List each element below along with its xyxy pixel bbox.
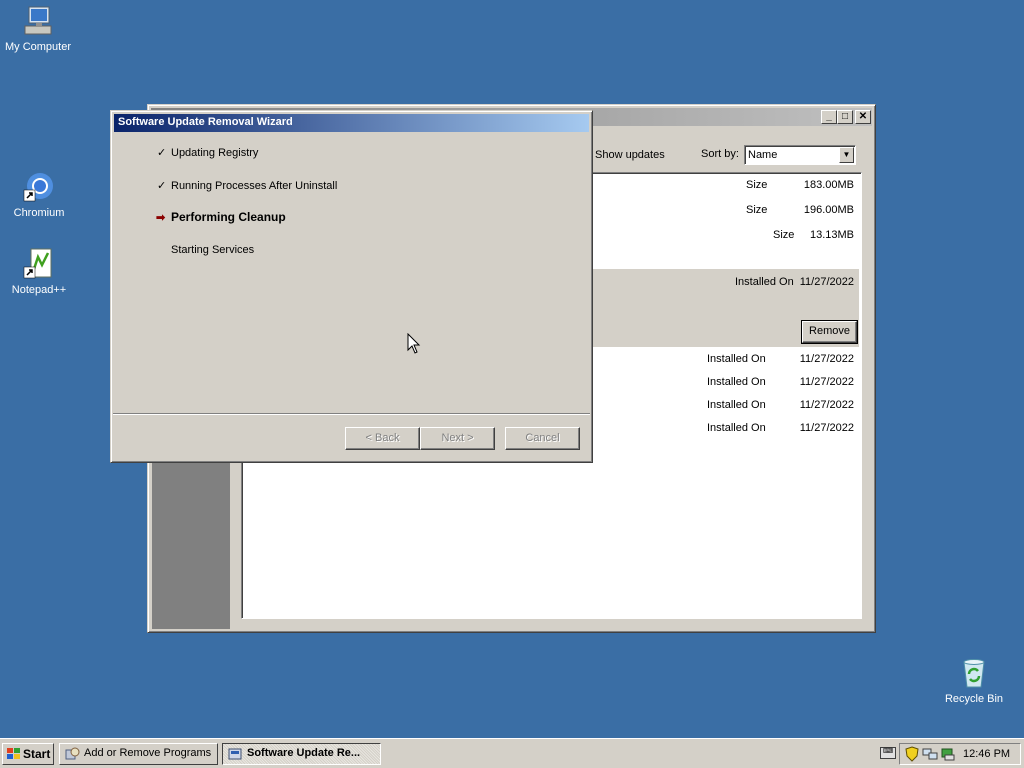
- installer-icon: [228, 748, 242, 760]
- back-button-label: < Back: [365, 432, 400, 444]
- desktop-icon-chromium[interactable]: Chromium: [1, 170, 77, 220]
- task-label: Add or Remove Programs: [84, 747, 212, 759]
- taskbar: Start Add or Remove Programs Software Up…: [0, 738, 1024, 768]
- add-remove-programs-icon: [65, 747, 80, 760]
- keyboard-icon[interactable]: ⌨: [880, 747, 896, 759]
- installed-on-label: Installed On: [707, 422, 766, 434]
- my-computer-icon: [21, 4, 55, 38]
- task-add-remove-programs[interactable]: Add or Remove Programs: [59, 743, 218, 765]
- wizard-step: ✓ Running Processes After Uninstall: [157, 179, 337, 192]
- size-value: 183.00MB: [803, 179, 854, 191]
- back-button[interactable]: < Back: [345, 427, 420, 450]
- start-button[interactable]: Start: [2, 743, 54, 765]
- size-value: 13.13MB: [809, 229, 854, 241]
- step-label: Updating Registry: [171, 147, 259, 159]
- task-label: Software Update Re...: [247, 747, 361, 759]
- network-icon[interactable]: [922, 747, 938, 761]
- desktop-icon-label: Notepad++: [11, 284, 67, 296]
- installed-on-label: Installed On: [707, 353, 766, 365]
- sort-by-label: Sort by:: [701, 148, 739, 160]
- desktop-icon-notepadpp[interactable]: Notepad++: [1, 247, 77, 297]
- clock[interactable]: 12:46 PM: [963, 748, 1010, 760]
- wizard-step: Starting Services: [171, 244, 254, 256]
- cancel-button-label: Cancel: [525, 432, 560, 444]
- sort-by-select[interactable]: Name ▼: [744, 145, 856, 165]
- step-label: Starting Services: [171, 244, 255, 256]
- next-button[interactable]: Next >: [420, 427, 495, 450]
- installed-on-value: 11/27/2022: [799, 399, 854, 411]
- minimize-button[interactable]: _: [821, 110, 837, 124]
- system-tray: 12:46 PM: [899, 743, 1021, 765]
- cancel-button[interactable]: Cancel: [505, 427, 580, 450]
- removal-wizard-dialog: Software Update Removal Wizard ✓ Updating…: [110, 110, 593, 463]
- step-label: Running Processes After Uninstall: [171, 180, 338, 192]
- next-button-label: Next >: [441, 432, 474, 444]
- installed-on-label: Installed On: [735, 276, 794, 288]
- notepadpp-icon: [22, 247, 56, 281]
- size-label: Size: [773, 229, 795, 241]
- size-label: Size: [746, 179, 768, 191]
- show-updates-checkbox[interactable]: Show updates: [595, 149, 665, 161]
- desktop-icon-label: Chromium: [13, 207, 65, 219]
- task-software-update-removal[interactable]: Software Update Re...: [222, 743, 381, 765]
- desktop-icon-recycle-bin[interactable]: Recycle Bin: [936, 656, 1012, 706]
- installed-on-value: 11/27/2022: [799, 353, 854, 365]
- recycle-bin-icon: [957, 656, 991, 690]
- security-shield-icon[interactable]: [904, 746, 920, 762]
- divider: [113, 413, 590, 415]
- close-button[interactable]: ✕: [855, 110, 871, 124]
- network-activity-icon[interactable]: [940, 747, 956, 761]
- desktop-icon-label: Recycle Bin: [944, 693, 1004, 705]
- desktop-icon-label: My Computer: [4, 41, 72, 53]
- installed-on-label: Installed On: [707, 399, 766, 411]
- arrow-right-icon: ➡: [156, 212, 166, 224]
- wizard-title[interactable]: Software Update Removal Wizard: [114, 114, 589, 132]
- wizard-step: ✓ Updating Registry: [157, 146, 258, 159]
- windows-logo-icon: [7, 748, 20, 759]
- check-icon: ✓: [157, 147, 167, 159]
- installed-on-value: 11/27/2022: [799, 422, 854, 434]
- chromium-icon: [22, 170, 56, 204]
- chevron-down-icon[interactable]: ▼: [839, 147, 854, 163]
- size-value: 196.00MB: [803, 204, 854, 216]
- sort-by-value: Name: [748, 149, 778, 161]
- mouse-cursor-icon: [407, 333, 421, 354]
- step-label: Performing Cleanup: [171, 210, 286, 224]
- maximize-button[interactable]: □: [837, 110, 853, 124]
- installed-on-label: Installed On: [707, 376, 766, 388]
- size-label: Size: [746, 204, 768, 216]
- desktop-icon-my-computer[interactable]: My Computer: [0, 4, 76, 54]
- remove-button-label: Remove: [809, 325, 850, 337]
- installed-on-value: 11/27/2022: [799, 276, 854, 288]
- installed-on-value: 11/27/2022: [799, 376, 854, 388]
- start-label: Start: [23, 747, 51, 761]
- wizard-step-current: ➡ Performing Cleanup: [156, 210, 286, 224]
- check-icon: ✓: [157, 180, 167, 192]
- remove-button[interactable]: Remove: [801, 320, 858, 344]
